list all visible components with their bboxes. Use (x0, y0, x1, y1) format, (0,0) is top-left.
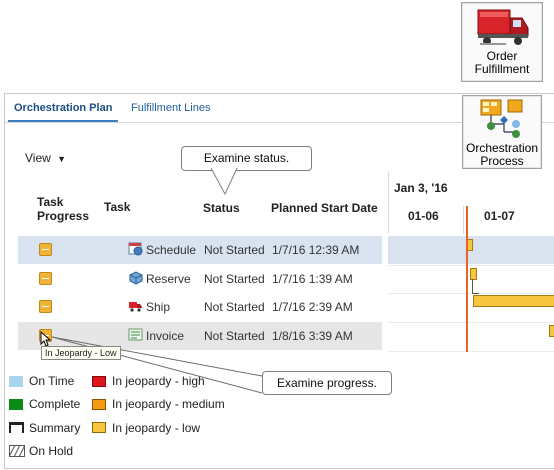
progress-callout-leader (51, 336, 263, 394)
progress-callout-text: Examine progress. (276, 376, 378, 390)
jeopardy-tooltip: In Jeopardy - Low (41, 346, 121, 360)
mouse-cursor-icon (40, 331, 52, 347)
progress-callout: Examine progress. (262, 371, 392, 395)
